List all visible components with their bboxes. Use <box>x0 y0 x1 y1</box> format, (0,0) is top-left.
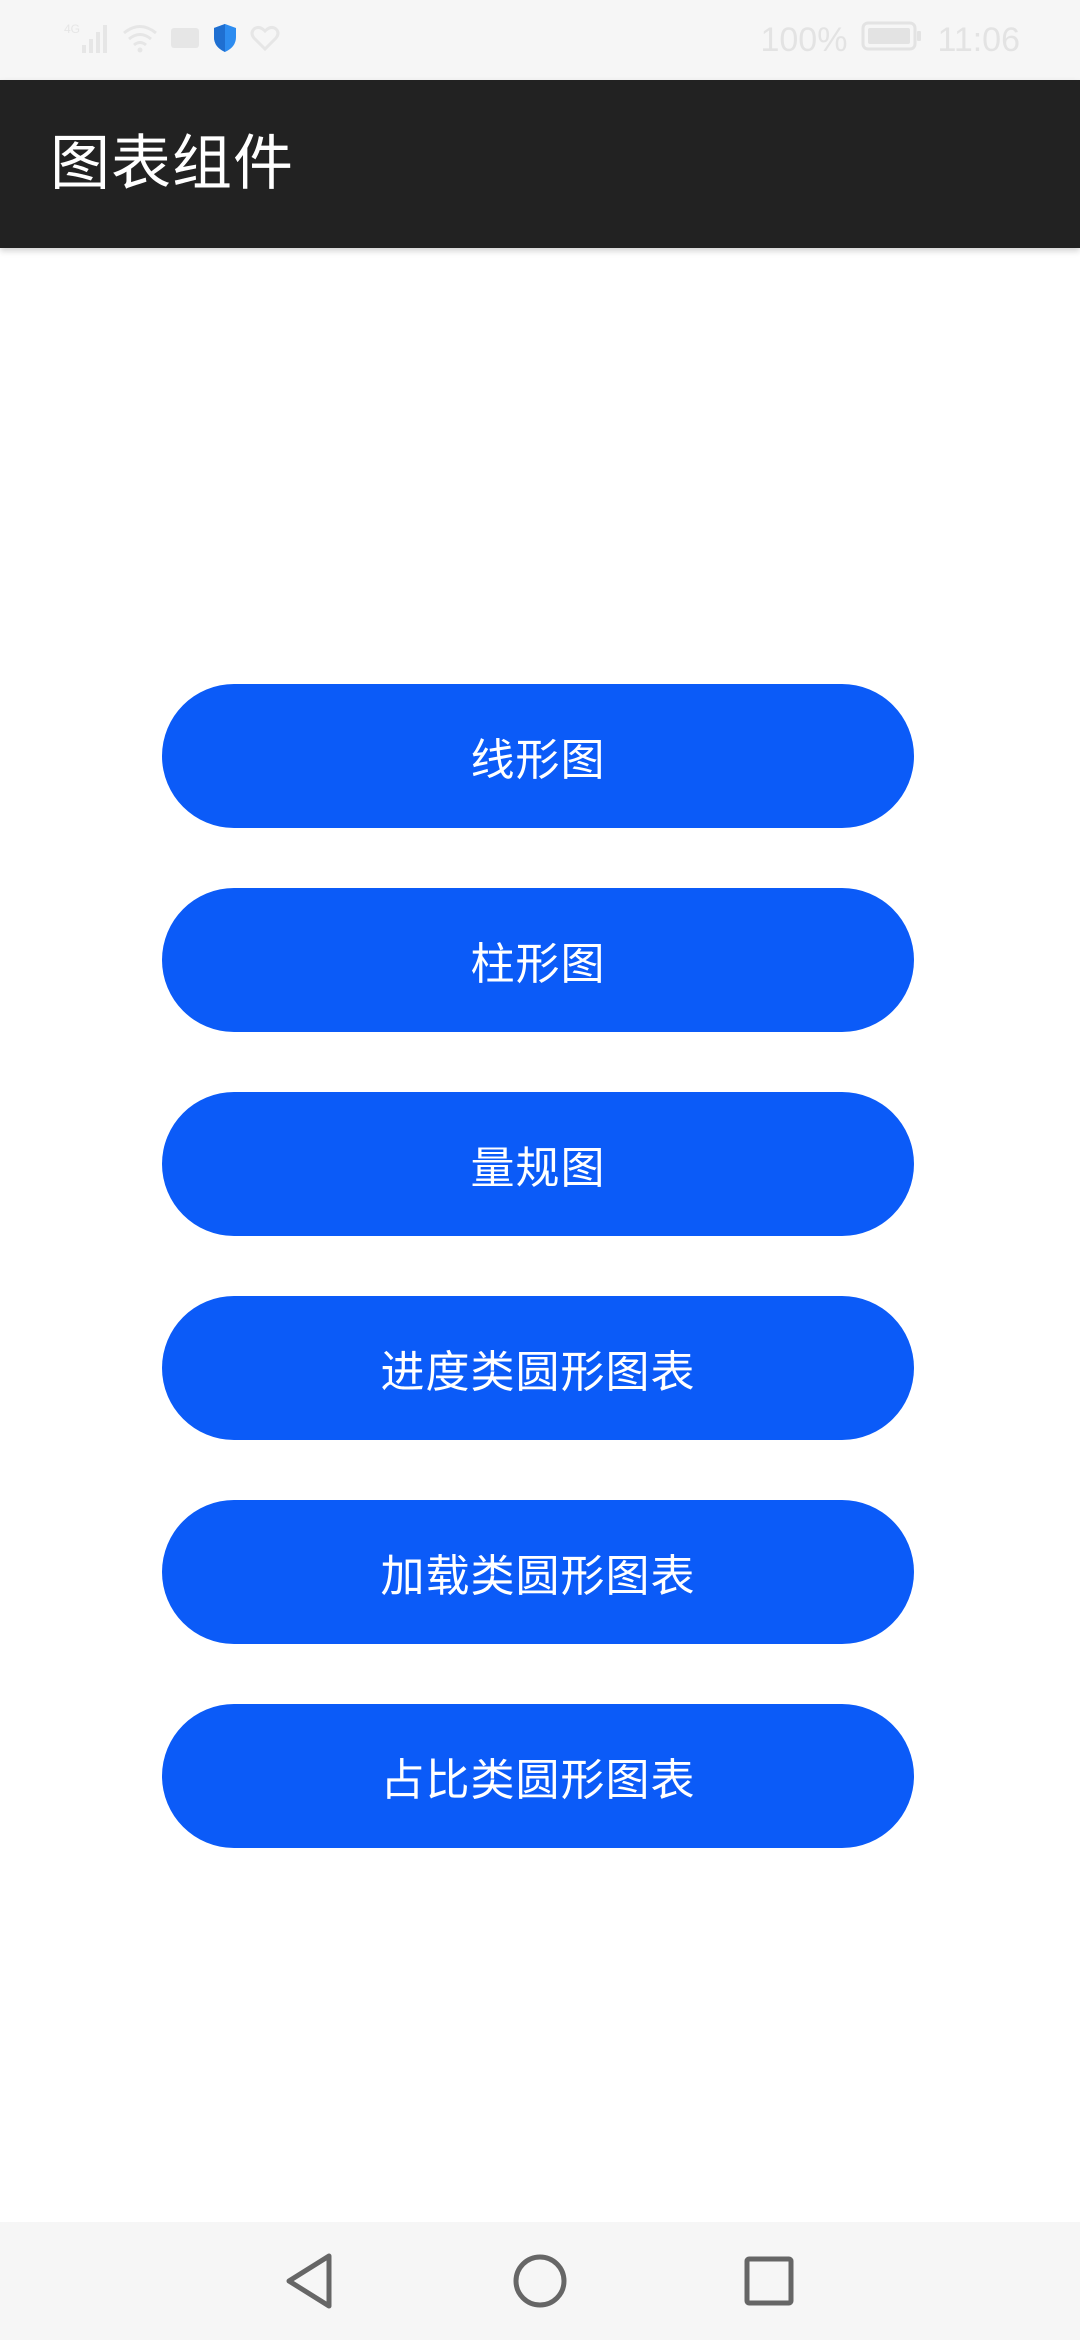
progress-circle-chart-button[interactable]: 进度类圆形图表 <box>162 1296 914 1440</box>
status-right: 100% 11:06 <box>760 18 1020 62</box>
heart-icon <box>250 24 280 56</box>
page-title: 图表组件 <box>50 129 294 199</box>
status-bar: 4G 100% 11:06 <box>0 0 1080 80</box>
status-left-icons: 4G <box>64 18 280 62</box>
signal-icon: 4G <box>64 21 110 59</box>
bar-chart-button[interactable]: 柱形图 <box>162 888 914 1032</box>
recents-icon[interactable] <box>732 2244 806 2318</box>
home-icon[interactable] <box>503 2244 577 2318</box>
chart-button-list: 线形图 柱形图 量规图 进度类圆形图表 加载类圆形图表 占比类圆形图表 <box>162 684 914 1908</box>
svg-text:4G: 4G <box>64 22 80 36</box>
line-chart-button[interactable]: 线形图 <box>162 684 914 828</box>
app-bar: 图表组件 <box>0 80 1080 248</box>
mail-icon <box>170 25 200 55</box>
battery-percent: 100% <box>760 20 848 59</box>
wifi-icon <box>122 23 158 57</box>
navigation-bar <box>0 2222 1080 2340</box>
battery-icon <box>861 20 923 61</box>
back-icon[interactable] <box>272 2244 346 2318</box>
loading-circle-chart-button[interactable]: 加载类圆形图表 <box>162 1500 914 1644</box>
screen: 4G 100% 11:06 图表组件 线形图 柱形图 量规图 进度类圆形图表 加… <box>0 0 1080 2340</box>
status-time: 11:06 <box>937 20 1020 59</box>
proportion-circle-chart-button[interactable]: 占比类圆形图表 <box>162 1704 914 1848</box>
gauge-chart-button[interactable]: 量规图 <box>162 1092 914 1236</box>
shield-icon <box>212 23 238 57</box>
